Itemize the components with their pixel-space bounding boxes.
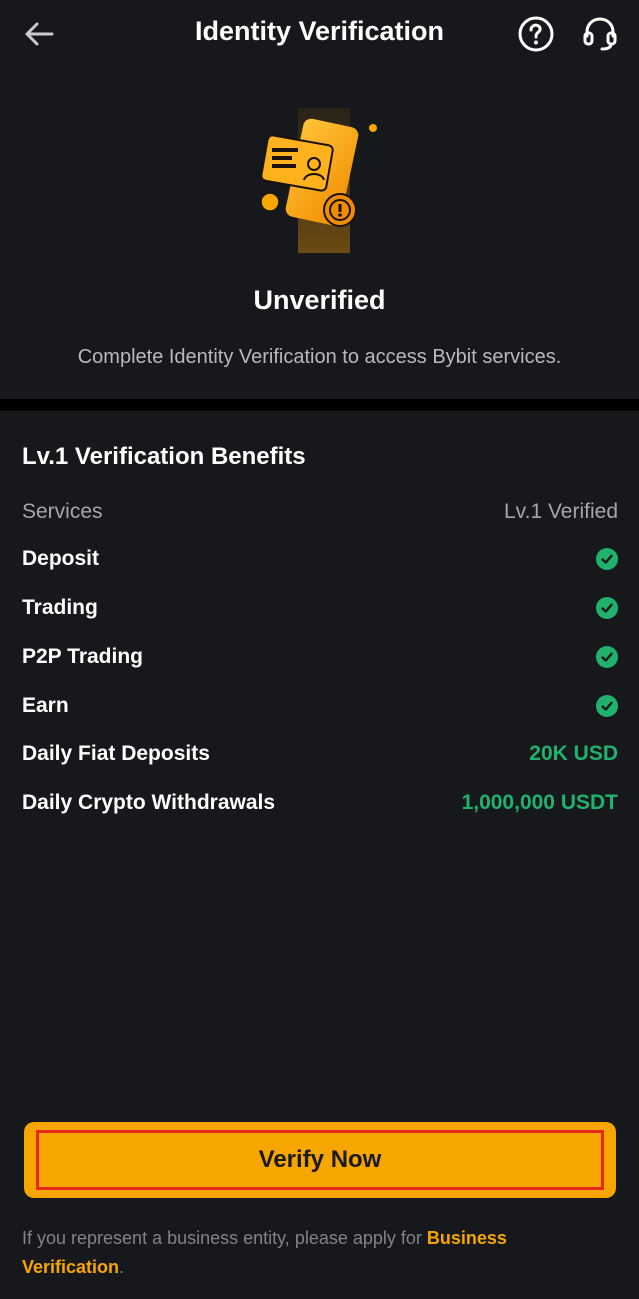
benefits-header-row: Services Lv.1 Verified bbox=[22, 496, 618, 528]
services-column-header: Services bbox=[22, 500, 103, 523]
status-description: Complete Identity Verification to access… bbox=[77, 346, 562, 368]
benefit-row-daily-fiat-deposits: Daily Fiat Deposits 20K USD bbox=[22, 738, 618, 770]
footer-text: If you represent a business entity, plea… bbox=[22, 1228, 427, 1248]
benefit-row-trading: Trading bbox=[22, 592, 618, 624]
section-divider bbox=[0, 399, 639, 411]
benefit-value: 1,000,000 USDT bbox=[461, 791, 618, 814]
benefit-row-deposit: Deposit bbox=[22, 543, 618, 575]
id-verification-illustration bbox=[250, 100, 390, 260]
help-button[interactable] bbox=[517, 15, 555, 53]
benefit-row-p2p-trading: P2P Trading bbox=[22, 641, 618, 673]
benefit-label: Trading bbox=[22, 596, 98, 619]
level-column-header: Lv.1 Verified bbox=[503, 500, 618, 523]
benefit-row-earn: Earn bbox=[22, 690, 618, 722]
verification-status: Unverified bbox=[253, 285, 386, 315]
benefit-row-daily-crypto-withdrawals: Daily Crypto Withdrawals 1,000,000 USDT bbox=[22, 787, 618, 819]
check-circle-icon bbox=[596, 695, 618, 717]
verify-button-container: Verify Now bbox=[24, 1122, 616, 1198]
check-circle-icon bbox=[596, 646, 618, 668]
benefit-value: 20K USD bbox=[529, 742, 618, 765]
benefit-label: P2P Trading bbox=[22, 645, 143, 668]
benefit-label: Deposit bbox=[22, 547, 100, 570]
benefit-label: Daily Fiat Deposits bbox=[22, 742, 210, 765]
check-circle-icon bbox=[596, 597, 618, 619]
verify-now-button[interactable]: Verify Now bbox=[36, 1130, 604, 1190]
question-circle-icon bbox=[518, 16, 554, 52]
footer-end: . bbox=[119, 1257, 125, 1277]
business-verification-note: If you represent a business entity, plea… bbox=[22, 1224, 582, 1282]
customer-support-button[interactable] bbox=[580, 14, 620, 54]
check-circle-icon bbox=[596, 548, 618, 570]
benefits-title: Lv.1 Verification Benefits bbox=[22, 443, 306, 470]
headset-icon bbox=[583, 17, 617, 51]
benefit-label: Earn bbox=[22, 694, 69, 717]
benefit-label: Daily Crypto Withdrawals bbox=[22, 791, 276, 814]
top-bar: Identity Verification bbox=[0, 0, 639, 68]
